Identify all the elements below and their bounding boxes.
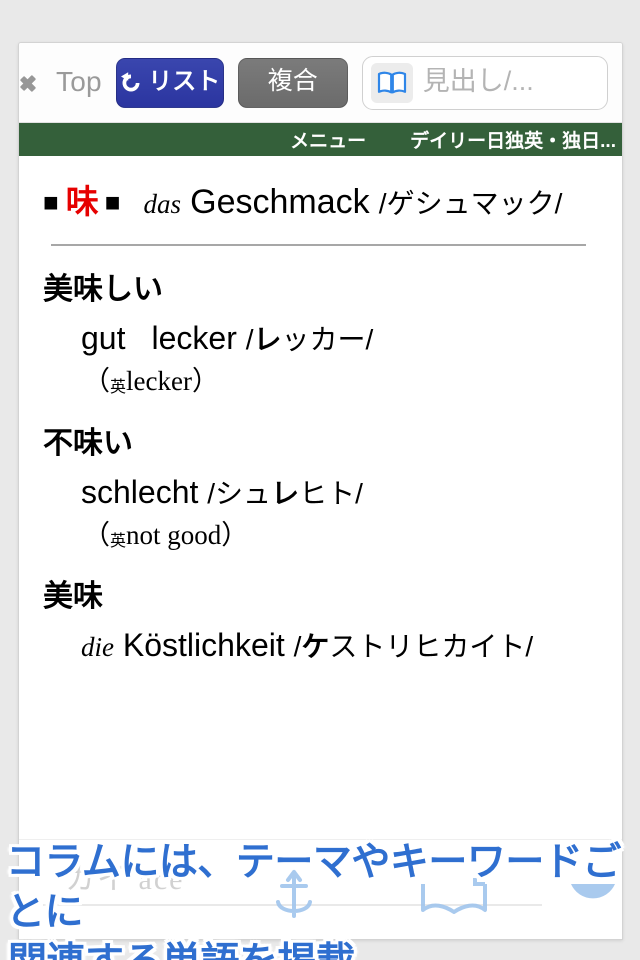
headword-marker-left: ■: [43, 187, 60, 217]
anchor-icon: [276, 870, 312, 918]
back-button-label: Top: [56, 65, 102, 97]
list-button[interactable]: リスト: [115, 57, 224, 108]
headword-kanji[interactable]: 味: [60, 183, 105, 220]
headword-german: Geschmack: [190, 183, 370, 221]
entry-gloss: （英not good）: [43, 518, 598, 553]
headword-divider: [51, 244, 586, 247]
open-book-icon: [421, 878, 487, 914]
headword-marker-right: ■: [104, 187, 122, 217]
entry-german-secondary: lecker: [151, 320, 237, 357]
dictionary-title: デイリー日独英・独日...: [410, 131, 616, 152]
reply-arrow-icon: [571, 884, 615, 899]
entry-reading: /レッカー/: [246, 324, 374, 355]
chevron-left-icon: [31, 68, 50, 98]
entry-item[interactable]: 美味 die Köstlichkeit /ケストリヒカイト/: [43, 577, 598, 667]
back-to-top-button[interactable]: Top: [31, 65, 108, 98]
search-input[interactable]: 見出し/...: [361, 55, 608, 110]
compound-button[interactable]: 複合: [237, 57, 348, 108]
headword-article: das: [143, 189, 181, 219]
entry-german-line: die Köstlichkeit /ケストリヒカイト/: [43, 624, 598, 667]
entry-german-line: gut lecker /レッカー/: [43, 317, 598, 360]
entry-german-primary: Köstlichkeit: [122, 626, 285, 663]
toolbar: Top リスト 複合 見出し/...: [19, 43, 622, 123]
entry-reading-accent: レ: [271, 477, 300, 509]
entry-japanese: 美味: [43, 579, 103, 613]
search-placeholder-text: 見出し/...: [422, 67, 534, 96]
entry-german-primary: schlecht: [81, 473, 199, 510]
list-button-label: リスト: [148, 67, 221, 95]
caption-line-2: 関連する単語を掲載。: [6, 938, 640, 960]
gloss-open-paren: （: [83, 519, 110, 550]
entry-item[interactable]: 美味しい gut lecker /レッカー/ （英lecker）: [43, 270, 598, 399]
entry-japanese: 不味い: [43, 426, 133, 460]
menu-button[interactable]: メニュー: [290, 126, 366, 153]
entry-reading-post: ッカー/: [281, 324, 374, 356]
refresh-arrow-icon: [121, 71, 140, 91]
headword-block: ■ 味 ■ das Geschmack /ゲシュマック/: [43, 178, 598, 226]
entry-german-line: schlecht /シュレヒト/: [43, 471, 598, 514]
gloss-open-paren: （: [83, 366, 110, 397]
gloss-text: not good）: [126, 519, 249, 550]
entry-reading: /シュレヒト/: [207, 478, 363, 509]
gloss-language-tag: 英: [110, 532, 127, 550]
app-window: Top リスト 複合 見出し/... メニュー デイリー日独英・独日... ■ …: [18, 42, 623, 940]
entry-reading: /ケストリヒカイト/: [294, 631, 534, 662]
gloss-language-tag: 英: [110, 379, 127, 397]
entry-german-primary: gut: [81, 320, 126, 357]
entry-reading-pre: /シュ: [207, 477, 272, 509]
compound-button-label: 複合: [267, 67, 318, 95]
entry-reading-accent: レ: [253, 324, 282, 356]
ghost-text: カイ ace: [65, 863, 185, 896]
entry-reading-post: ストリヒカイト/: [329, 630, 534, 662]
entry-article: die: [81, 631, 114, 662]
entry-japanese: 美味しい: [43, 273, 163, 307]
entry-item[interactable]: 不味い schlecht /シュレヒト/ （英not good）: [43, 424, 598, 553]
faded-content-strip: カイ ace: [19, 839, 622, 939]
book-icon: [377, 71, 406, 93]
book-icon-button[interactable]: [370, 62, 413, 103]
entry-gloss: （英lecker）: [43, 364, 598, 399]
entry-reading-pre: /: [245, 324, 254, 356]
entry-reading-post: ヒト/: [299, 477, 363, 509]
dictionary-content: ■ 味 ■ das Geschmack /ゲシュマック/ 美味しい gut lecker…: [19, 156, 622, 667]
status-bar: メニュー デイリー日独英・独日...: [19, 123, 622, 156]
gloss-text: lecker）: [126, 366, 219, 397]
entry-reading-accent: ケ: [301, 630, 330, 662]
headword-reading: /ゲシュマック/: [378, 188, 563, 219]
